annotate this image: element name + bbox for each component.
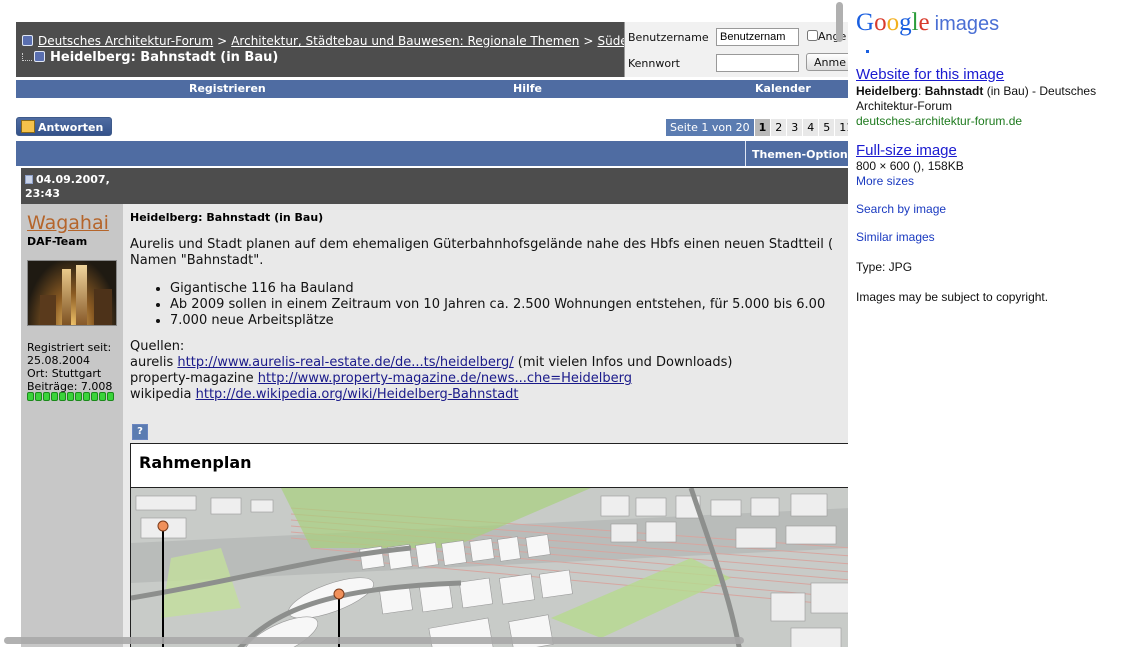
site-domain: deutsches-architektur-forum.de [856,114,1023,128]
copyright-notice: Images may be subject to copyright. [856,290,1049,304]
avatar[interactable] [27,260,117,326]
reputation-pip-icon [99,392,106,401]
thread-title-row: Heidelberg: Bahnstadt (in Bau) [22,50,278,65]
reputation-pip-icon [51,392,58,401]
forum-home-icon[interactable] [22,35,33,46]
forum-page: Deutsches Architektur-Forum > Architektur,… [0,0,848,647]
reputation-pip-icon [107,392,114,401]
reply-icon [21,120,35,133]
reputation-pip-icon [67,392,74,401]
breadcrumb-link-category[interactable]: Architektur, Städtebau und Bauwesen: Reg… [231,34,579,48]
thread-folder-icon [34,51,45,62]
thread-toolbar: Themen-Optione [16,141,848,166]
login-button[interactable]: Anme [806,53,848,71]
plan-title: Rahmenplan [139,453,252,472]
page-link[interactable]: 2 [771,119,787,136]
page-link[interactable]: 4 [803,119,819,136]
loading-dot-icon [866,50,869,53]
reputation-pip-icon [43,392,50,401]
image-placeholder-icon[interactable]: ? [132,424,148,440]
username-link[interactable]: Wagahai [27,212,109,234]
main-navbar: Registrieren Hilfe Kalender [16,80,848,98]
page-link[interactable]: 5 [819,119,835,136]
google-images-logo[interactable]: Google images [856,9,999,37]
forum-header: Deutsches Architektur-Forum > Architektur,… [16,22,848,77]
post-user-info: Wagahai DAF-Team Registriert seit: 25.08… [21,204,123,647]
google-images-panel: Google images Website for this image Heid… [848,0,1144,647]
registered-date: 25.08.2004 [27,354,90,367]
post-intro-line2: Namen "Bahnstadt". [130,253,264,268]
post-content: Heidelberg: Bahnstadt (in Bau) Aurelis u… [123,204,848,647]
username-label: Benutzername [628,31,709,44]
site-plan-drawing [131,488,848,647]
password-label: Kennwort [628,57,680,70]
tree-connector-icon [22,53,32,61]
nav-register[interactable]: Registrieren [189,82,266,95]
search-by-image-link[interactable]: Search by image [856,202,946,216]
source-link-wikipedia[interactable]: http://de.wikipedia.org/wiki/Heidelberg-… [196,387,519,402]
post-image-rahmenplan[interactable]: Rahmenplan [130,443,848,647]
password-input[interactable] [716,54,799,72]
post-icon [25,175,33,184]
sources-heading: Quellen: [130,339,185,354]
pagination: Seite 1 von 201234511 [666,119,848,136]
source-link-property-magazine[interactable]: http://www.property-magazine.de/news...c… [258,371,632,386]
breadcrumb-area: Deutsches Architektur-Forum > Architektur,… [16,22,635,77]
reputation-pip-icon [27,392,34,401]
source-link-aurelis[interactable]: http://www.aurelis-real-estate.de/de...t… [177,355,513,370]
pagination-label: Seite 1 von 20 [666,119,754,136]
reputation-pip-icon [83,392,90,401]
post-title: Heidelberg: Bahnstadt (in Bau) [130,211,324,224]
post-intro-line1: Aurelis und Stadt planen auf dem ehemali… [130,237,834,252]
reputation-pip-icon [35,392,42,401]
reputation-pip-icon [75,392,82,401]
page-link[interactable]: 3 [787,119,803,136]
reply-label: Antworten [38,121,104,134]
nav-calendar[interactable]: Kalender [755,82,811,95]
user-location: Ort: Stuttgart [27,367,102,380]
post-header: 04.09.2007, 23:43 [21,168,848,204]
post-bullet-list: Gigantische 116 ha Bauland Ab 2009 solle… [130,281,833,329]
source-line: aurelis http://www.aurelis-real-estate.d… [130,355,733,370]
login-box: Benutzername Ange Kennwort Anme [624,22,848,77]
more-sizes-link[interactable]: More sizes [856,174,914,188]
user-stats: Registriert seit: 25.08.2004 Ort: Stuttg… [27,341,112,393]
list-item: Ab 2009 sollen in einem Zeitraum von 10 … [170,297,833,313]
horizontal-scrollbar[interactable] [4,637,744,644]
website-for-image-link[interactable]: Website for this image [856,66,1004,83]
post-text: Aurelis und Stadt planen auf dem ehemali… [130,237,833,403]
remember-checkbox-box[interactable] [807,30,818,41]
breadcrumb: Deutsches Architektur-Forum > Architektur,… [22,34,635,48]
breadcrumb-link-forum[interactable]: Deutsches Architektur-Forum [38,34,213,48]
post-date: 04.09.2007, [36,173,110,186]
reputation-pip-icon [91,392,98,401]
image-dimensions: 800 × 600 (), 158KB [856,159,964,173]
reputation-bar [27,392,115,401]
image-type: Type: JPG [856,260,913,274]
page-link-current: 1 [754,119,771,136]
list-item: Gigantische 116 ha Bauland [170,281,833,297]
thread-options-menu[interactable]: Themen-Optione [745,141,848,166]
page-title: Heidelberg: Bahnstadt (in Bau) [50,50,279,65]
registered-label: Registriert seit: [27,341,112,354]
source-line: property-magazine http://www.property-ma… [130,371,633,386]
vertical-scrollbar[interactable] [836,2,843,42]
reply-button[interactable]: Antworten [16,117,112,136]
username-input[interactable] [716,28,799,46]
site-title: Heidelberg: Bahnstadt (in Bau) - Deutsch… [856,84,1097,113]
list-item: 7.000 neue Arbeitsplätze [170,313,833,329]
source-line: wikipedia http://de.wikipedia.org/wiki/H… [130,387,519,402]
post-time: 23:43 [25,187,61,200]
nav-help[interactable]: Hilfe [513,82,542,95]
similar-images-link[interactable]: Similar images [856,230,935,244]
user-title: DAF-Team [27,235,88,248]
site-plan-map [131,487,848,647]
full-size-image-link[interactable]: Full-size image [856,142,957,159]
reputation-pip-icon [59,392,66,401]
page-link[interactable]: 11 [835,119,848,136]
